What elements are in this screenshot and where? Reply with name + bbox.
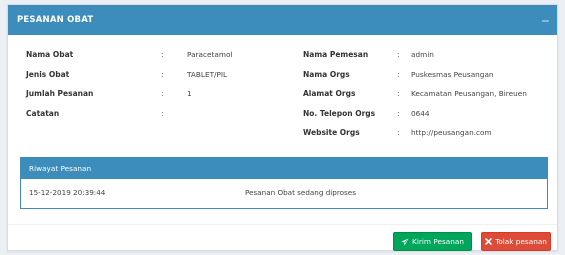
- field-label: Alamat Orgs: [303, 89, 356, 98]
- field-label: Website Orgs: [303, 128, 360, 137]
- field-separator: :: [161, 69, 164, 79]
- field-value: http://peusangan.com: [411, 128, 492, 137]
- reject-order-label: Tolak pesanan: [495, 237, 547, 246]
- order-history: Riwayat Pesanan 15-12-2019 20:39:44 Pesa…: [20, 157, 548, 209]
- order-panel: PESANAN OBAT Nama Obat : Paracetamol Jen…: [7, 4, 558, 251]
- medicine-details: Nama Obat : Paracetamol Jenis Obat : TAB…: [26, 50, 232, 128]
- history-row: 15-12-2019 20:39:44 Pesanan Obat sedang …: [21, 179, 547, 205]
- panel-header: PESANAN OBAT: [8, 5, 557, 35]
- field-nama-orgs: Nama Orgs : Puskesmas Peusangan: [303, 70, 527, 90]
- field-website-orgs: Website Orgs : http://peusangan.com: [303, 128, 527, 148]
- field-nama-obat: Nama Obat : Paracetamol: [26, 50, 232, 70]
- field-jenis-obat: Jenis Obat : TABLET/PIL: [26, 70, 232, 90]
- field-alamat-orgs: Alamat Orgs : Kecamatan Peusangan, Bireu…: [303, 89, 527, 109]
- history-status: Pesanan Obat sedang diproses: [245, 187, 356, 197]
- field-label: Nama Pemesan: [303, 50, 369, 59]
- field-label: Nama Orgs: [303, 69, 350, 79]
- paper-plane-icon: [401, 238, 409, 246]
- reject-order-button[interactable]: Tolak pesanan: [481, 232, 551, 251]
- history-title: Riwayat Pesanan: [21, 158, 547, 179]
- field-separator: :: [397, 69, 400, 79]
- field-separator: :: [397, 89, 400, 98]
- panel-title: PESANAN OBAT: [17, 15, 94, 25]
- field-catatan: Catatan :: [26, 109, 232, 129]
- field-value: 0644: [411, 108, 430, 118]
- field-value: TABLET/PIL: [187, 69, 228, 79]
- field-label: Catatan: [26, 108, 60, 118]
- footer-divider: [8, 224, 557, 225]
- field-separator: :: [161, 108, 164, 118]
- field-label: Jumlah Pesanan: [26, 89, 94, 98]
- field-separator: :: [397, 108, 400, 118]
- minus-icon[interactable]: [542, 20, 549, 22]
- field-value: admin: [411, 50, 434, 59]
- order-info: Nama Obat : Paracetamol Jenis Obat : TAB…: [8, 35, 557, 147]
- field-nama-pemesan: Nama Pemesan : admin: [303, 50, 527, 70]
- orderer-details: Nama Pemesan : admin Nama Orgs : Puskesm…: [303, 50, 527, 148]
- history-date: 15-12-2019 20:39:44: [29, 187, 106, 197]
- field-separator: :: [397, 128, 400, 137]
- field-separator: :: [161, 50, 164, 59]
- field-separator: :: [161, 89, 164, 98]
- field-value: Kecamatan Peusangan, Bireuen: [411, 89, 527, 98]
- field-label: Nama Obat: [26, 50, 74, 59]
- field-label: Jenis Obat: [26, 69, 70, 79]
- field-value: Puskesmas Peusangan: [411, 69, 494, 79]
- field-separator: :: [397, 50, 400, 59]
- send-order-label: Kirim Pesanan: [412, 237, 464, 246]
- field-telepon-orgs: No. Telepon Orgs : 0644: [303, 109, 527, 129]
- field-value: Paracetamol: [187, 50, 233, 59]
- field-jumlah-pesanan: Jumlah Pesanan : 1: [26, 89, 232, 109]
- field-label: No. Telepon Orgs: [303, 108, 376, 118]
- close-icon: [485, 238, 492, 245]
- field-value: 1: [187, 89, 192, 98]
- send-order-button[interactable]: Kirim Pesanan: [393, 232, 472, 251]
